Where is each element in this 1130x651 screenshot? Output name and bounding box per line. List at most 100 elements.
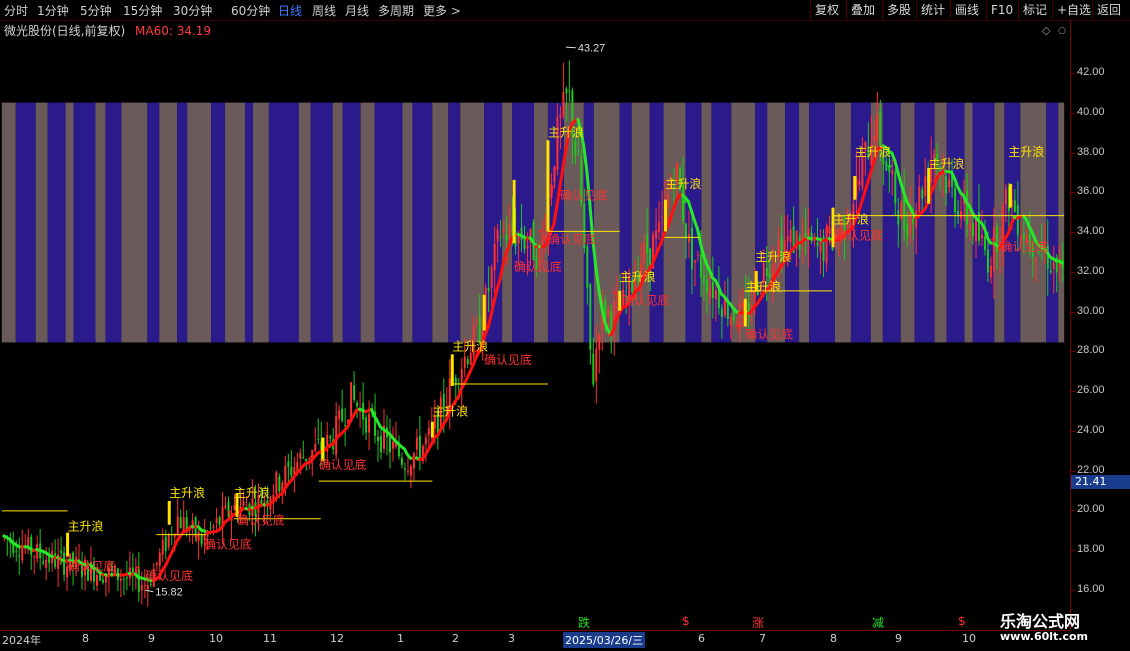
bottom-confirm-label: 确认见底 [548, 231, 596, 246]
candle-body [643, 242, 645, 263]
period-tab-weekly[interactable]: 周线 [312, 2, 336, 19]
candle-body [574, 140, 576, 154]
band-stripe [935, 103, 947, 343]
date-tick-label: 2 [452, 632, 459, 645]
bottom-confirm-label: 确认见底 [560, 188, 608, 203]
candle-body [562, 92, 564, 115]
add-watchlist-button[interactable]: +自选 [1052, 0, 1092, 20]
period-tab-timeshare[interactable]: 分时 [4, 2, 28, 19]
candle-body [335, 416, 337, 455]
candle-body [709, 287, 711, 297]
price-chart[interactable]: 主升浪主升浪主升浪主升浪主升浪主升浪主升浪主升浪主升浪主升浪主升浪主升浪主升浪主… [0, 38, 1070, 628]
period-tab-more[interactable]: 更多 > [423, 2, 461, 19]
band-stripe [74, 103, 96, 343]
candle-body [216, 518, 218, 523]
candle-body [894, 172, 896, 204]
candle-body [521, 228, 523, 240]
f10-button[interactable]: F10 [986, 0, 1018, 20]
candle-body [245, 505, 247, 506]
candle-body [667, 194, 669, 207]
candle-body [903, 196, 905, 230]
candle-body [924, 177, 926, 196]
candle-body [464, 356, 466, 368]
bottom-confirm-label: 确认见底 [237, 513, 285, 528]
candle-body [906, 224, 908, 238]
candle-body [500, 236, 502, 237]
candle-body [488, 288, 490, 292]
candle-body [377, 437, 379, 441]
candle-body [592, 354, 594, 384]
candle-body [742, 302, 744, 307]
candle-body [685, 223, 687, 239]
up-arrow-icon: ↑ [823, 223, 832, 236]
multi-stock-button[interactable]: 多股 [882, 0, 916, 20]
event-marker[interactable]: 涨 [752, 614, 764, 631]
mark-button[interactable]: 标记 [1018, 0, 1052, 20]
price-tick-mark [1071, 351, 1075, 352]
candle-body [565, 89, 567, 94]
period-tab-5min[interactable]: 5分钟 [80, 2, 112, 19]
restore-rights-button[interactable]: 复权 [810, 0, 846, 20]
bottom-confirm-label: 确认见底 [204, 537, 252, 552]
candle-body [712, 282, 714, 298]
price-tick-mark [1071, 113, 1075, 114]
candle-body [900, 203, 902, 219]
price-tick-label: 36.00 [1077, 185, 1105, 197]
candle-body [598, 335, 600, 349]
candle-body [688, 234, 690, 242]
up-arrow-icon: ↑ [610, 289, 619, 302]
candle-body [144, 585, 146, 586]
candle-body [278, 477, 280, 492]
date-tick-label: 9 [148, 632, 155, 645]
period-tab-monthly[interactable]: 月线 [345, 2, 369, 19]
signal-bar [66, 533, 69, 557]
statistics-button[interactable]: 统计 [916, 0, 950, 20]
candle-body [766, 268, 768, 276]
up-arrow-icon: ↑ [225, 509, 234, 522]
event-marker[interactable]: 减 [872, 614, 884, 631]
band-stripe [432, 103, 448, 343]
candle-body [18, 555, 20, 556]
candle-body [168, 534, 170, 547]
band-stripe [412, 103, 432, 343]
candle-body [123, 579, 125, 580]
candle-body [975, 219, 977, 241]
candle-body [661, 217, 663, 218]
diamond-icon[interactable]: ◇ [1042, 24, 1050, 37]
candle-body [60, 551, 62, 554]
band-stripe [448, 103, 460, 343]
period-tab-multi[interactable]: 多周期 [378, 2, 414, 19]
price-tick-mark [1071, 391, 1075, 392]
candle-body [509, 224, 511, 236]
candle-body [921, 189, 923, 198]
stock-title: 微光股份(日线,前复权) [4, 24, 125, 38]
main-wave-label: 主升浪 [432, 404, 468, 419]
band-stripe [402, 103, 412, 343]
high-price-marker: 43.27 [578, 43, 605, 55]
period-tab-30min[interactable]: 30分钟 [173, 2, 212, 19]
low-marker-line [145, 590, 153, 592]
circle-icon[interactable]: ○ [1058, 26, 1066, 36]
candle-body [344, 425, 346, 426]
band-stripe [799, 103, 809, 343]
period-tab-60min[interactable]: 60分钟 [231, 2, 270, 19]
candle-body [299, 453, 301, 459]
band-stripe [2, 103, 16, 343]
event-marker[interactable]: $ [682, 614, 690, 628]
up-arrow-icon: ↑ [536, 227, 545, 240]
draw-line-button[interactable]: 画线 [950, 0, 986, 20]
period-tab-15min[interactable]: 15分钟 [123, 2, 162, 19]
period-tab-1min[interactable]: 1分钟 [37, 2, 69, 19]
period-tab-daily[interactable]: 日线 [278, 2, 302, 19]
candle-body [954, 188, 956, 212]
event-marker[interactable]: 跌 [578, 614, 590, 631]
band-stripe [48, 103, 66, 343]
candle-body [150, 584, 152, 585]
candle-body [960, 211, 962, 219]
overlay-button[interactable]: 叠加 [846, 0, 882, 20]
date-tick-label: 10 [962, 632, 976, 645]
back-button[interactable]: 返回 [1092, 0, 1130, 20]
event-marker[interactable]: $ [958, 614, 966, 628]
ma60-readout: MA60: 34.19 [135, 24, 211, 38]
band-stripe [95, 103, 105, 343]
